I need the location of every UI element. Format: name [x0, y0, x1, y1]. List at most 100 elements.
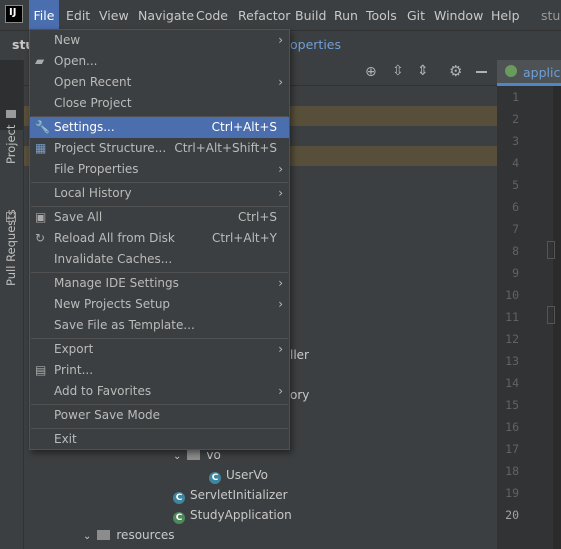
- menu-item-label: Close Project: [54, 96, 132, 110]
- breadcrumb-properties[interactable]: operties: [290, 37, 341, 52]
- fold-marker-icon[interactable]: [547, 306, 555, 324]
- menu-item-label: Open...: [54, 54, 98, 68]
- menu-item-manage-ide-settings[interactable]: Manage IDE Settings ›: [30, 273, 289, 294]
- editor-tabs: applica: [497, 60, 561, 87]
- class-icon: C: [209, 472, 221, 484]
- fold-marker-icon[interactable]: [547, 241, 555, 259]
- menu-item-invalidate-caches[interactable]: Invalidate Caches...: [30, 249, 289, 270]
- menu-item-print[interactable]: ▤ Print...: [30, 360, 289, 381]
- printer-icon: ▤: [35, 363, 47, 377]
- menu-item-power-save-mode[interactable]: Power Save Mode: [30, 405, 289, 426]
- line-number: 2: [512, 112, 519, 126]
- line-number: 14: [505, 376, 519, 390]
- chevron-down-icon[interactable]: ⌄: [83, 531, 91, 542]
- menu-item-label: Local History: [54, 186, 132, 200]
- menu-item-export[interactable]: Export ›: [30, 339, 289, 360]
- menu-edit[interactable]: Edit: [66, 0, 90, 30]
- pull-request-icon: [6, 212, 16, 222]
- menu-item-new[interactable]: New ›: [30, 30, 289, 51]
- collapse-all-icon[interactable]: ⇕: [417, 63, 429, 79]
- menu-item-new-projects-setup[interactable]: New Projects Setup ›: [30, 294, 289, 315]
- menu-item-project-structure[interactable]: ▦ Project Structure... Ctrl+Alt+Shift+S: [30, 138, 289, 159]
- class-icon: C: [173, 492, 185, 504]
- window-title: stud: [541, 8, 561, 23]
- menu-view[interactable]: View: [99, 0, 129, 30]
- tree-item-servlet-initializer[interactable]: C ServletInitializer: [173, 485, 288, 505]
- chevron-right-icon: ›: [278, 384, 283, 398]
- menu-item-shortcut: Ctrl+Alt+Y: [211, 231, 277, 245]
- menu-item-add-to-favorites[interactable]: Add to Favorites ›: [30, 381, 289, 402]
- menu-item-label: New Projects Setup: [54, 297, 171, 311]
- folder-icon: [187, 450, 201, 460]
- menu-item-local-history[interactable]: Local History ›: [30, 183, 289, 204]
- menu-item-open-recent[interactable]: Open Recent ›: [30, 72, 289, 93]
- line-number: 5: [512, 178, 519, 192]
- menu-item-label: Print...: [54, 363, 94, 377]
- menu-item-close-project[interactable]: Close Project: [30, 93, 289, 114]
- menu-item-reload[interactable]: ↻ Reload All from Disk Ctrl+Alt+Y: [30, 228, 289, 249]
- menu-item-label: Save All: [54, 210, 103, 224]
- wrench-icon: 🔧: [35, 120, 50, 134]
- folder-icon: [97, 530, 111, 540]
- menu-navigate[interactable]: Navigate: [138, 0, 194, 30]
- menu-item-settings[interactable]: 🔧 Settings... Ctrl+Alt+S: [30, 117, 289, 138]
- hide-icon[interactable]: [476, 71, 487, 73]
- menu-item-label: Add to Favorites: [54, 384, 152, 398]
- menu-item-label: Open Recent: [54, 75, 132, 89]
- menu-item-save-as-template[interactable]: Save File as Template...: [30, 315, 289, 336]
- gear-icon[interactable]: ⚙: [449, 62, 462, 80]
- menu-run[interactable]: Run: [334, 0, 358, 30]
- menu-item-label: Reload All from Disk: [54, 231, 175, 245]
- tree-item-label: resources: [116, 528, 175, 542]
- line-number: 19: [505, 486, 519, 500]
- menu-item-label: Save File as Template...: [54, 318, 195, 332]
- line-number: 11: [505, 310, 519, 324]
- properties-file-icon: [505, 65, 517, 77]
- spring-class-icon: C: [173, 512, 185, 524]
- folder-icon: [6, 110, 16, 118]
- chevron-right-icon: ›: [278, 33, 283, 47]
- menu-help[interactable]: Help: [491, 0, 520, 30]
- tree-item-resources[interactable]: ⌄ resources: [83, 525, 175, 545]
- line-number: 9: [512, 266, 519, 280]
- line-number: 20: [505, 508, 519, 522]
- left-tool-stripe: Project Pull Requests: [0, 60, 24, 549]
- menu-code[interactable]: Code: [196, 0, 228, 30]
- chevron-right-icon: ›: [278, 162, 283, 176]
- menu-item-file-properties[interactable]: File Properties ›: [30, 159, 289, 180]
- tree-item-controller[interactable]: ller: [290, 345, 309, 365]
- menu-item-save-all[interactable]: ▣ Save All Ctrl+S: [30, 207, 289, 228]
- line-number: 10: [505, 288, 519, 302]
- line-number: 13: [505, 354, 519, 368]
- chevron-down-icon[interactable]: ⌄: [173, 451, 181, 462]
- menu-item-label: Export: [54, 342, 94, 356]
- tree-item-uservo[interactable]: C UserVo: [209, 465, 268, 485]
- line-number: 4: [512, 156, 519, 170]
- tree-item-repository[interactable]: ory: [290, 385, 309, 405]
- menu-item-label: Invalidate Caches...: [54, 252, 173, 266]
- chevron-right-icon: ›: [278, 276, 283, 290]
- menu-git[interactable]: Git: [407, 0, 425, 30]
- menu-file[interactable]: File: [29, 0, 59, 30]
- tree-item-label: StudyApplication: [190, 508, 292, 522]
- menu-item-open[interactable]: ▰ Open...: [30, 51, 289, 72]
- file-menu-dropdown: New › ▰ Open... Open Recent › Close Project…: [29, 29, 290, 450]
- menu-item-exit[interactable]: Exit: [30, 429, 289, 450]
- menu-refactor[interactable]: Refactor: [238, 0, 290, 30]
- intellij-logo-icon: IJ: [5, 5, 23, 23]
- chevron-right-icon: ›: [278, 342, 283, 356]
- line-number: 6: [512, 200, 519, 214]
- tree-item-study-application[interactable]: C StudyApplication: [173, 505, 292, 525]
- line-number: 3: [512, 134, 519, 148]
- menu-window[interactable]: Window: [434, 0, 483, 30]
- menu-build[interactable]: Build: [295, 0, 326, 30]
- menu-item-shortcut: Ctrl+S: [237, 210, 277, 224]
- line-number: 17: [505, 442, 519, 456]
- tree-item-label: ServletInitializer: [190, 488, 288, 502]
- menu-tools[interactable]: Tools: [366, 0, 397, 30]
- editor-tab-application[interactable]: applica: [497, 60, 561, 86]
- tree-item-label: UserVo: [226, 468, 268, 482]
- expand-all-icon[interactable]: ⇳: [392, 63, 404, 79]
- menu-item-shortcut: Ctrl+Alt+Shift+S: [174, 141, 277, 155]
- locate-file-icon[interactable]: ⊕: [365, 64, 377, 80]
